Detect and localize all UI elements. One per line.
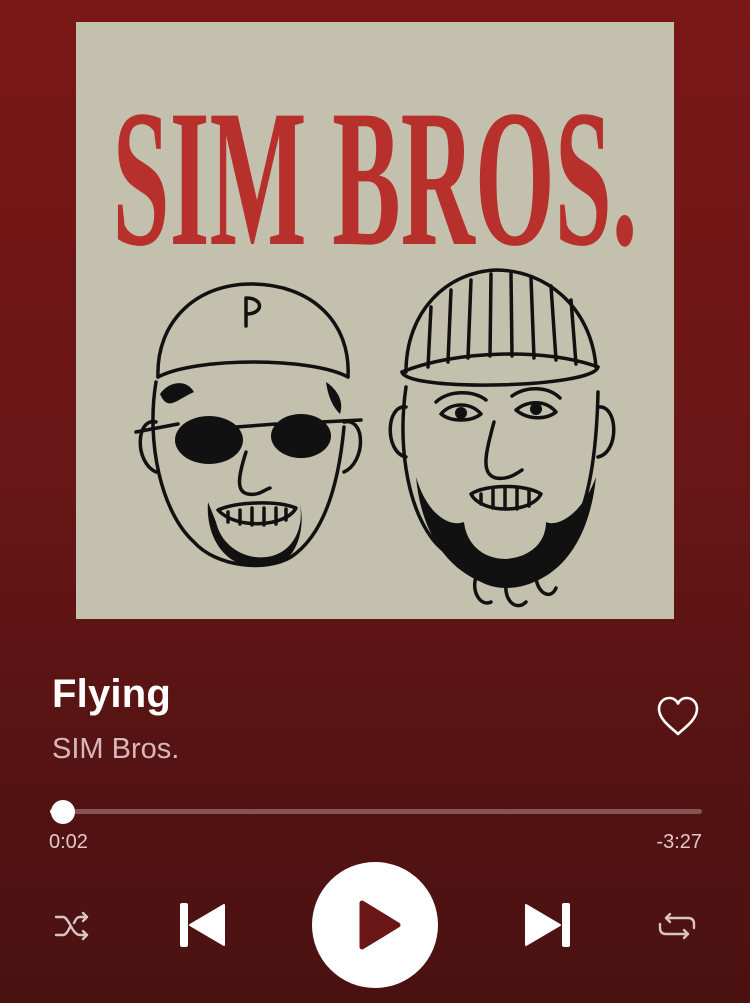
play-button[interactable] [312, 862, 438, 988]
next-track-button[interactable] [524, 900, 572, 950]
artist-name[interactable]: SIM Bros. [52, 733, 179, 766]
remaining-time: -3:27 [656, 831, 702, 853]
track-title: Flying [52, 672, 171, 716]
skip-next-icon [525, 903, 570, 947]
album-art: SIM BROS. [76, 22, 674, 619]
right-lens [271, 414, 331, 458]
play-icon [359, 900, 401, 950]
shuffle-icon [54, 911, 89, 941]
album-cover-illustration: SIM BROS. [113, 70, 638, 608]
previous-track-button[interactable] [178, 900, 226, 950]
album-art-title: SIM BROS. [113, 70, 638, 287]
repeat-button[interactable] [656, 906, 698, 946]
progress-bar[interactable] [50, 809, 702, 814]
skip-previous-icon [180, 903, 225, 947]
like-button[interactable] [655, 694, 701, 740]
repeat-icon [658, 912, 696, 940]
progress-scrubber-handle[interactable] [51, 800, 76, 824]
left-face-drawing [134, 282, 363, 568]
elapsed-time: 0:02 [49, 831, 88, 853]
left-lens [175, 416, 243, 464]
shuffle-button[interactable] [52, 906, 92, 946]
heart-outline-icon [657, 696, 699, 736]
